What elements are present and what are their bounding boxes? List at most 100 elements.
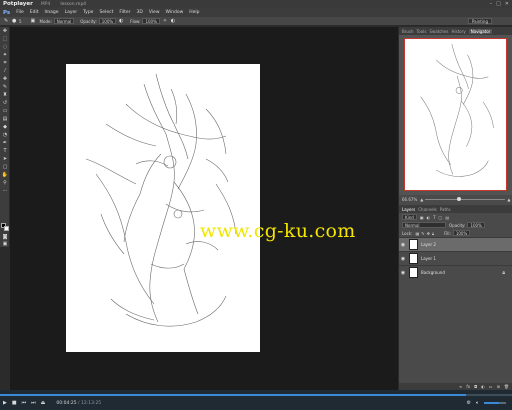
format-tab[interactable]: MP4 [41,2,50,7]
filter-shape-icon[interactable]: ▢ [439,215,443,220]
dodge-icon[interactable]: ◔ [0,131,10,139]
eye-icon[interactable]: ◉ [399,256,407,262]
hand-tool-icon[interactable]: ✋ [0,171,10,179]
zoom-in-icon[interactable]: ▲ [507,197,510,202]
tab-tools[interactable]: Tools [417,29,427,34]
brush-panel-icon[interactable]: ▣ [31,18,36,24]
blur-icon[interactable]: ◆ [0,123,10,131]
adjustment-layer-icon[interactable]: ◐ [481,384,485,389]
menu-help[interactable]: Help [189,10,199,15]
pressure-size-icon[interactable]: ◐ [171,18,176,24]
menu-layer[interactable]: Layer [65,10,78,15]
lock-all-icon[interactable]: 🔒︎ [432,231,434,236]
tab-swatches[interactable]: Swatches [429,29,448,34]
pen-tool-icon[interactable]: ✒ [0,139,10,147]
quick-select-icon[interactable]: ✦ [0,51,10,59]
menu-edit[interactable]: Edit [30,10,39,15]
speaker-icon[interactable]: 🔈︎ [476,400,479,406]
zoom-slider[interactable] [425,196,506,201]
filter-adjust-icon[interactable]: ◐ [427,215,431,220]
zoom-tool-icon[interactable]: ⚲ [0,179,10,187]
brush-tool-icon[interactable]: ✎ [0,83,10,91]
filter-type-icon[interactable]: T [433,215,435,220]
menu-file[interactable]: File [16,10,24,15]
brush-size[interactable]: 5 [19,19,22,24]
airbrush-icon[interactable]: ✧ [163,18,168,24]
layer-name[interactable]: Background [421,270,445,275]
layer-row-layer-2[interactable]: ◉ Layer 2 [399,237,512,251]
eject-icon[interactable]: ⏏︎ [41,400,46,406]
volume-slider[interactable] [484,402,506,404]
workspace-select[interactable]: Painting [467,18,492,24]
tab-channels[interactable]: Channels [418,207,437,212]
seek-bar[interactable] [0,394,512,396]
layer-style-icon[interactable]: fx [466,384,470,389]
canvas-workspace[interactable]: www.cg-ku.com [10,27,398,390]
lock-paint-icon[interactable]: ✎ [421,231,424,236]
fill-field[interactable]: 100% [452,230,471,236]
new-layer-icon[interactable]: ⊞ [497,384,500,389]
zoom-value[interactable]: 66.67% [402,197,417,202]
clone-stamp-icon[interactable]: ♜ [0,91,10,99]
layer-name[interactable]: Layer 1 [421,256,436,261]
lock-position-icon[interactable]: ✥ [427,231,430,236]
menu-filter[interactable]: Filter [119,10,130,15]
move-tool-icon[interactable]: ✥ [0,27,10,35]
lock-pixels-icon[interactable]: ▦ [415,231,419,236]
blend-mode-select[interactable]: Normal [402,222,446,228]
tab-navigator[interactable]: Navigator [468,28,493,34]
zoom-out-icon[interactable]: ▲ [420,197,423,202]
eye-icon[interactable]: ◉ [399,242,407,248]
maximize-icon[interactable]: □ [496,1,501,7]
eraser-icon[interactable]: ▭ [0,107,10,115]
crop-tool-icon[interactable]: ⌗ [0,59,10,67]
background-color-swatch[interactable] [4,226,9,231]
link-layers-icon[interactable]: ∞ [459,384,462,389]
eye-icon[interactable]: ◉ [399,270,407,276]
type-tool-icon[interactable]: T [0,147,10,155]
path-select-icon[interactable]: ➤ [0,155,10,163]
menu-window[interactable]: Window [166,10,184,15]
eyedropper-icon[interactable]: ⁄ [0,67,10,75]
menu-3d[interactable]: 3D [137,10,143,15]
next-icon[interactable]: ⏭︎ [31,400,36,406]
navigator-preview[interactable] [404,38,507,191]
new-group-icon[interactable]: ▭ [489,384,493,389]
screen-mode-icon[interactable]: ▣ [0,240,10,248]
document-canvas[interactable] [66,64,260,352]
gradient-icon[interactable]: ▤ [0,115,10,123]
layer-row-layer-1[interactable]: ◉ Layer 1 [399,251,512,265]
zoom-slider-knob[interactable] [457,196,462,201]
prev-icon[interactable]: ⏮︎ [22,400,27,406]
tab-paths[interactable]: Paths [440,207,451,212]
filter-pixel-icon[interactable]: ▣ [420,215,424,220]
brush-tool-icon[interactable]: ✎ [4,18,9,24]
menu-select[interactable]: Select [99,10,113,15]
history-brush-icon[interactable]: ↺ [0,99,10,107]
tab-history[interactable]: History [452,29,466,34]
healing-brush-icon[interactable]: ✚ [0,75,10,83]
marquee-tool-icon[interactable]: ⬚ [0,35,10,43]
filter-smart-icon[interactable]: ▤ [445,215,449,220]
menu-type[interactable]: Type [83,10,93,15]
shape-tool-icon[interactable]: ▢ [0,163,10,171]
tab-layers[interactable]: Layers [402,207,415,212]
menu-image[interactable]: Image [44,10,58,15]
close-icon[interactable]: ✕ [505,1,509,7]
settings-icon[interactable]: ⚙︎ [467,400,471,406]
stop-icon[interactable]: ■ [12,400,17,406]
delete-layer-icon[interactable]: 🗑︎ [504,384,509,389]
flow-field[interactable]: 100% [142,18,160,24]
more-tools-icon[interactable]: ⋯ [0,187,10,195]
layer-row-background[interactable]: ◉ Background 🔒︎ [399,265,512,279]
play-icon[interactable]: ▶ [3,400,7,406]
minimize-icon[interactable]: – [490,1,493,7]
lasso-tool-icon[interactable]: ◌ [0,43,10,51]
menu-view[interactable]: View [149,10,160,15]
mode-select[interactable]: Normal [53,18,75,24]
add-mask-icon[interactable]: ◘ [474,384,477,389]
layer-name[interactable]: Layer 2 [421,242,436,247]
opacity-field[interactable]: 100% [98,18,117,24]
tab-brush[interactable]: Brush [402,29,414,34]
layer-opacity-field[interactable]: 100% [467,222,485,228]
